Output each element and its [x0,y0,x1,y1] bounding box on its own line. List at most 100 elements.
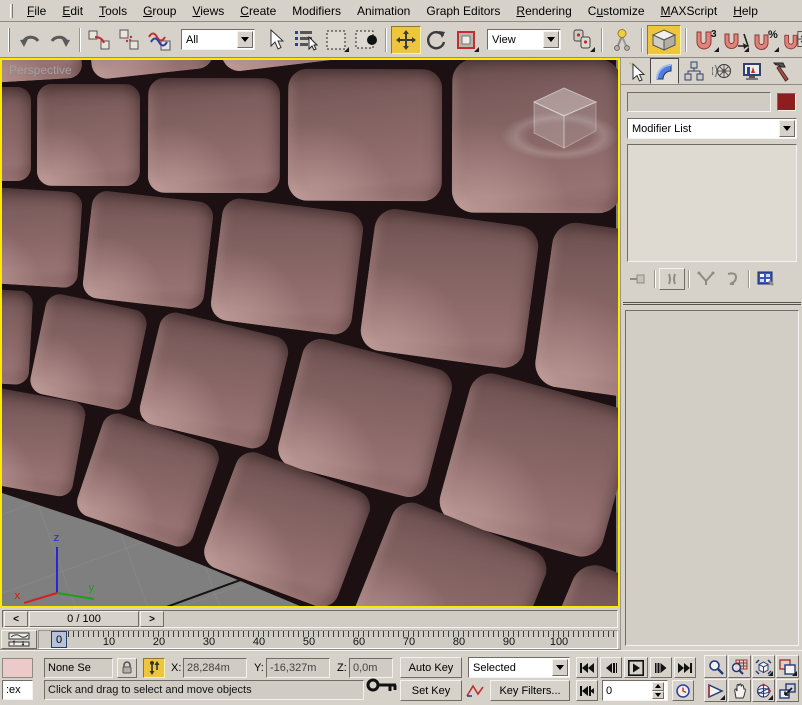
timeline-ruler[interactable]: 0102030405060708090100 0 [38,630,618,649]
select-and-rotate-button[interactable] [421,26,451,54]
window-crossing-toggle[interactable] [351,26,381,54]
selection-filter-dropdown-button[interactable] [237,31,253,48]
select-by-name-button[interactable] [291,26,321,54]
go-to-start-button[interactable] [576,657,598,678]
menu-customize[interactable]: Customize [580,2,653,20]
macro-recorder-pane[interactable] [2,658,33,678]
modifier-list-dropdown-button[interactable] [779,120,795,137]
bind-to-spacewarp-button[interactable] [145,26,175,54]
field-of-view-button[interactable] [704,679,727,702]
object-color-swatch[interactable] [777,93,796,111]
select-and-move-button[interactable] [391,26,421,54]
set-key-button[interactable]: Set Key [400,680,462,701]
brick[interactable] [209,197,365,337]
default-tangents-button[interactable] [464,680,486,701]
menu-create[interactable]: Create [232,2,284,20]
menu-file[interactable]: File [19,2,54,20]
open-mini-curve-editor-button[interactable] [1,630,37,649]
unlink-button[interactable] [115,26,145,54]
tab-display[interactable] [737,58,766,84]
select-and-link-button[interactable] [85,26,115,54]
previous-frame-arrow[interactable]: < [4,611,28,627]
rectangular-selection-region-button[interactable] [321,26,351,54]
tab-create[interactable] [621,58,650,84]
menu-edit[interactable]: Edit [54,2,91,20]
select-and-manipulate-button[interactable] [607,26,637,54]
tab-modify[interactable] [650,58,679,84]
pin-stack-button[interactable] [625,268,651,290]
reference-coordsys-dropdown-button[interactable] [543,31,559,48]
remove-modifier-button[interactable] [719,268,745,290]
tab-motion[interactable] [708,58,737,84]
select-and-scale-button[interactable] [451,26,481,54]
menu-rendering[interactable]: Rendering [508,2,579,20]
go-to-end-button[interactable] [674,657,696,678]
next-frame-button[interactable] [650,657,672,678]
menubar-grip[interactable] [10,4,13,18]
zoom-extents-button[interactable] [752,655,775,678]
brick[interactable] [81,190,214,311]
brick[interactable] [37,84,140,186]
viewport-label[interactable]: Perspective [9,63,72,77]
snaps-toggle-button[interactable]: 3 [691,26,721,54]
brick[interactable] [358,206,541,370]
menu-group[interactable]: Group [135,2,184,20]
helper-cube-object[interactable] [522,80,606,150]
absolute-mode-transform-toggle[interactable] [143,658,165,678]
keyboard-shortcut-override-toggle[interactable] [647,25,681,55]
current-frame-field[interactable]: 0 [602,680,668,701]
zoom-all-button[interactable] [728,655,751,678]
reference-coordsys-combo[interactable]: View [487,29,561,50]
brick[interactable] [148,78,281,193]
menu-graph-editors[interactable]: Graph Editors [418,2,508,20]
rollout-area[interactable] [625,310,799,646]
selection-filter-combo[interactable]: All [181,29,255,50]
time-configuration-button[interactable] [672,680,694,701]
y-coord-field[interactable]: -16,327m [266,658,330,678]
menu-help[interactable]: Help [725,2,766,20]
perspective-viewport[interactable]: Perspective z x y [0,58,620,608]
frame-spinner[interactable] [652,682,664,699]
show-end-result-button[interactable] [659,268,685,290]
undo-button[interactable] [15,26,45,54]
zoom-button[interactable] [704,655,727,678]
next-frame-arrow[interactable]: > [140,611,164,627]
redo-button[interactable] [45,26,75,54]
current-frame-indicator[interactable]: 0 [51,631,67,648]
key-scope-dropdown-button[interactable] [552,659,568,676]
select-object-button[interactable] [261,26,291,54]
menu-maxscript[interactable]: MAXScript [653,2,726,20]
object-name-field[interactable] [627,92,771,112]
time-slider-handle[interactable]: 0 / 100 [29,611,139,627]
menu-modifiers[interactable]: Modifiers [284,2,349,20]
configure-modifier-sets-button[interactable] [753,268,779,290]
tab-hierarchy[interactable] [679,58,708,84]
key-filters-button[interactable]: Key Filters... [490,680,570,701]
brick[interactable] [0,87,31,181]
play-animation-button[interactable] [624,657,648,678]
min-max-toggle-button[interactable] [776,679,799,702]
menu-animation[interactable]: Animation [349,2,418,20]
time-slider-track[interactable]: < 0 / 100 > [2,610,618,628]
auto-key-button[interactable]: Auto Key [400,657,462,678]
make-unique-button[interactable] [693,268,719,290]
key-scope-combo[interactable]: Selected [468,657,570,678]
use-pivot-point-center-button[interactable] [567,26,597,54]
selection-lock-toggle[interactable] [117,658,137,678]
arc-rotate-button[interactable] [752,679,775,702]
previous-frame-button[interactable] [600,657,622,678]
x-coord-field[interactable]: 28,284m [183,658,247,678]
pan-view-button[interactable] [728,679,751,702]
brick[interactable] [28,292,150,413]
menu-views[interactable]: Views [184,2,232,20]
brick[interactable] [288,69,443,202]
mini-listener-field[interactable]: :ex [2,680,33,700]
angle-snap-toggle-button[interactable] [721,26,751,54]
percent-snap-toggle-button[interactable]: % [751,26,781,54]
modifier-stack-list[interactable] [627,144,797,262]
spinner-snap-toggle-button[interactable] [781,26,802,54]
zoom-extents-all-button[interactable] [776,655,799,678]
viewport-canvas[interactable]: Perspective z x y [2,60,618,606]
brick[interactable] [0,186,83,289]
brick[interactable] [0,287,33,386]
